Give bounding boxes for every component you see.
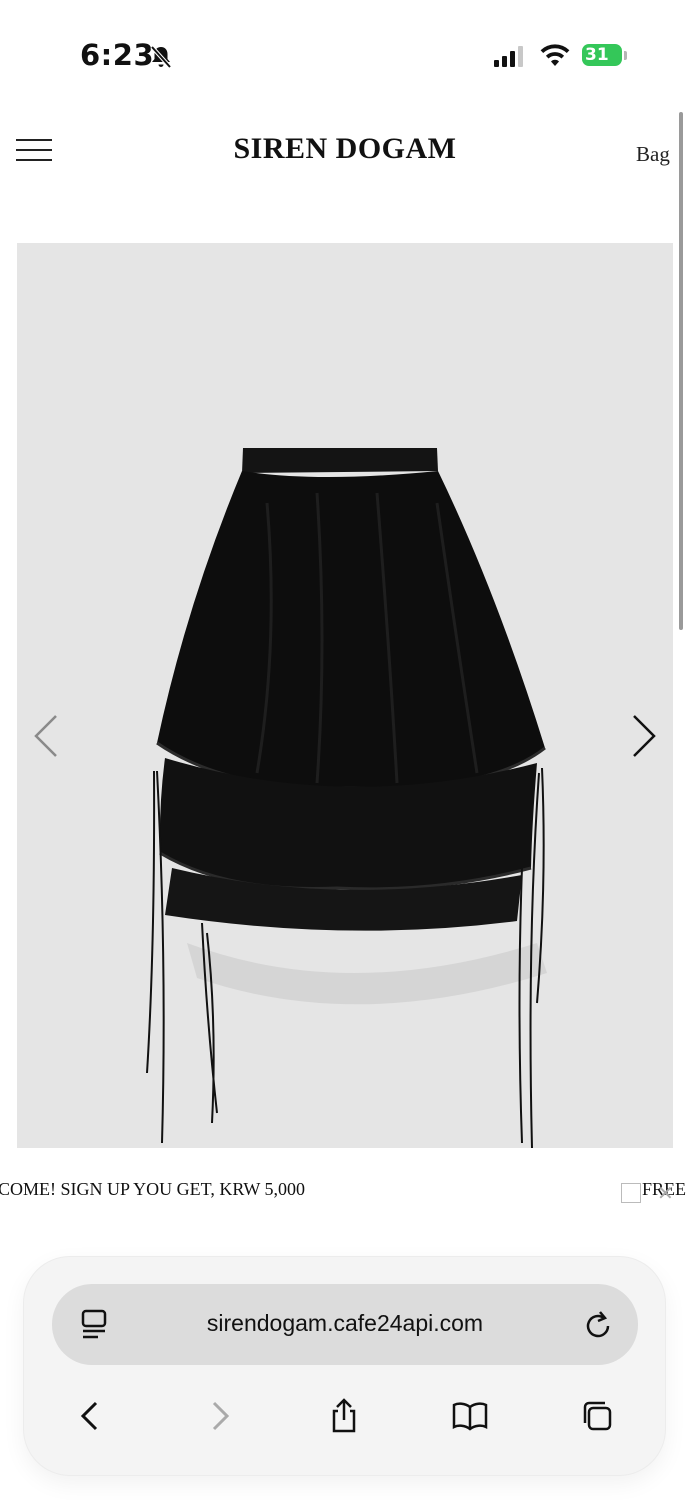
wifi-icon xyxy=(540,44,570,66)
forward-button[interactable] xyxy=(195,1391,245,1441)
promo-marquee: COME! SIGN UP YOU GET, KRW 5,000 FREE ✕ xyxy=(0,1175,690,1207)
bookmarks-button[interactable] xyxy=(445,1391,495,1441)
browser-nav-row xyxy=(24,1391,665,1441)
tabs-button[interactable] xyxy=(572,1391,622,1441)
battery-charging-icon: 31 xyxy=(582,44,628,68)
skirt-photo xyxy=(146,448,547,1148)
page-scrollbar[interactable] xyxy=(679,112,683,630)
brand-logo[interactable]: SIREN DOGAM xyxy=(0,132,690,166)
back-icon xyxy=(80,1401,98,1431)
battery-level: 31 xyxy=(585,45,609,65)
checkbox-icon[interactable] xyxy=(621,1183,641,1203)
forward-icon xyxy=(212,1401,230,1431)
bag-link[interactable]: Bag xyxy=(636,142,670,167)
back-button[interactable] xyxy=(65,1391,115,1441)
share-icon xyxy=(332,1398,356,1433)
bookmarks-icon xyxy=(452,1402,488,1431)
status-time: 6:23 xyxy=(80,38,155,72)
chevron-right-icon[interactable] xyxy=(626,712,660,760)
promo-text: COME! SIGN UP YOU GET, KRW 5,000 xyxy=(0,1179,306,1199)
product-image[interactable] xyxy=(17,243,673,1148)
tabs-icon xyxy=(583,1401,612,1431)
cellular-signal-icon xyxy=(494,46,523,67)
chevron-left-icon[interactable] xyxy=(30,712,64,760)
address-bar[interactable]: sirendogam.cafe24api.com xyxy=(52,1284,638,1365)
brand-name: SIREN DOGAM xyxy=(233,132,457,165)
status-bar: 6:23 31 xyxy=(0,0,690,110)
reload-icon[interactable] xyxy=(582,1308,614,1342)
close-icon[interactable]: ✕ xyxy=(657,1181,674,1206)
share-button[interactable] xyxy=(319,1391,369,1441)
browser-toolbar: sirendogam.cafe24api.com xyxy=(24,1257,665,1475)
bell-slash-icon xyxy=(150,45,172,69)
url-text[interactable]: sirendogam.cafe24api.com xyxy=(52,1310,638,1337)
